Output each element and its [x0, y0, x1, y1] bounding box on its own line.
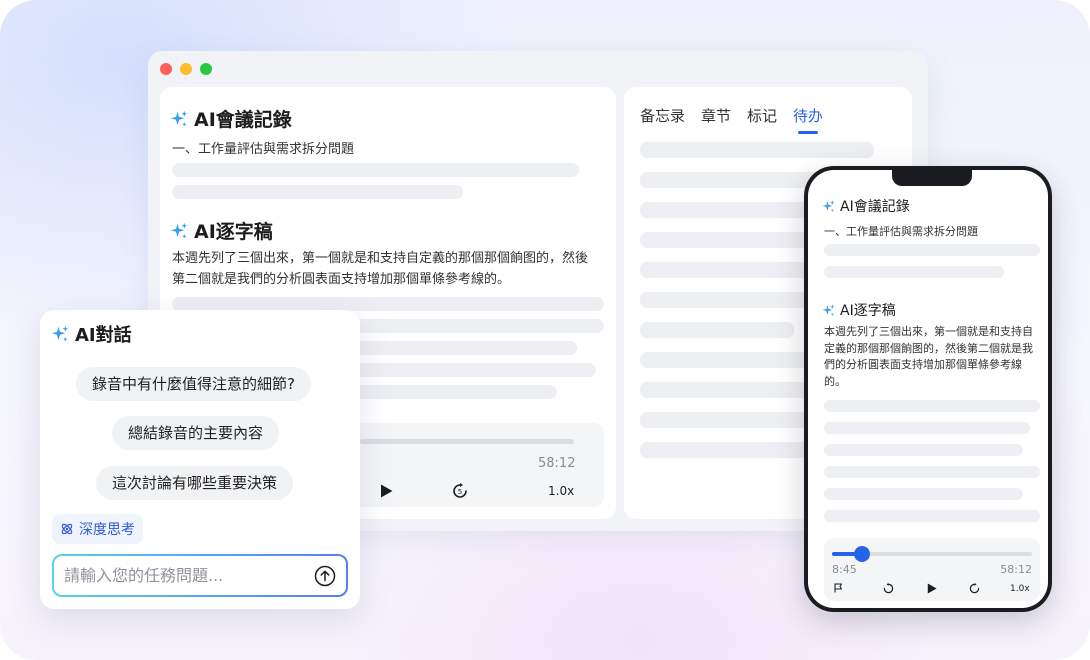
phone-notes-subtitle: 一、工作量評估與需求拆分問題: [824, 225, 978, 238]
tab-chapters[interactable]: 章节: [701, 105, 731, 134]
placeholder-line: [824, 266, 1004, 278]
placeholder-line: [640, 142, 874, 158]
forward-5-icon[interactable]: 5: [452, 483, 468, 499]
suggestion-chip[interactable]: 總結錄音的主要內容: [112, 416, 280, 450]
placeholder-line: [824, 466, 1040, 478]
svg-text:5: 5: [458, 488, 462, 496]
sparkle-icon: [170, 110, 188, 128]
placeholder-line: [640, 322, 794, 338]
deep-think-toggle[interactable]: 深度思考: [52, 514, 143, 544]
chat-title: AI對話: [51, 321, 132, 347]
speed-button[interactable]: 1.0x: [548, 484, 574, 498]
minimize-dot-icon[interactable]: [180, 63, 192, 75]
notes-title: AI會議記錄: [194, 109, 292, 131]
sparkle-icon: [170, 222, 188, 240]
phone-duration-time: 58:12: [1000, 563, 1032, 576]
placeholder-line: [824, 422, 1030, 434]
placeholder-line: [172, 163, 579, 177]
phone-transcript-title-text: AI逐字稿: [840, 303, 896, 319]
placeholder-line: [824, 488, 1023, 500]
tab-bar: 备忘录 章节 标记 待办: [640, 105, 823, 134]
progress-track[interactable]: [360, 439, 574, 444]
sparkle-icon: [51, 325, 69, 343]
task-input[interactable]: [54, 566, 294, 585]
phone-transcript-text: 本週先列了三個出來，第一個就是和支持自定義的那個那個餉图的，然後第二個就是我們的…: [824, 325, 1033, 388]
transcript-text: 本週先列了三個出來，第一個就是和支持自定義的那個那個餉图的，然後第二個就是我們的…: [172, 251, 589, 287]
phone-notch: [892, 170, 972, 186]
phone-transcript-title: AI逐字稿: [822, 300, 896, 320]
atom-icon: [61, 523, 73, 535]
phone-progress-track[interactable]: [832, 546, 1032, 562]
play-icon[interactable]: [927, 583, 937, 594]
chat-title-text: AI對話: [75, 325, 132, 346]
close-dot-icon[interactable]: [160, 63, 172, 75]
task-input-box: [52, 554, 348, 597]
transcript-section-title: AI逐字稿: [170, 217, 273, 244]
notes-subtitle: 一、工作量評估與需求拆分問題: [172, 142, 355, 157]
send-up-arrow-icon[interactable]: [314, 565, 336, 587]
tab-memo[interactable]: 备忘录: [640, 105, 685, 134]
phone-screen: AI會議記錄 一、工作量評估與需求拆分問題 AI逐字稿 本週先列了三個出來，第一…: [808, 170, 1048, 608]
phone-mockup: AI會議記錄 一、工作量評估與需求拆分問題 AI逐字稿 本週先列了三個出來，第一…: [804, 166, 1052, 612]
deep-think-label: 深度思考: [79, 522, 135, 538]
window-controls: [160, 63, 212, 75]
phone-progress-knob[interactable]: [854, 546, 870, 562]
sparkle-icon: [822, 200, 835, 213]
sparkle-icon: [822, 304, 835, 317]
placeholder-line: [824, 244, 1040, 256]
transcript-title: AI逐字稿: [194, 221, 273, 243]
task-input-inner: [54, 556, 346, 595]
rewind-icon[interactable]: [883, 583, 894, 594]
tab-marks[interactable]: 标记: [747, 105, 777, 134]
placeholder-line: [824, 400, 1040, 412]
ai-chat-card: AI對話 錄音中有什麼值得注意的細節? 總結錄音的主要內容 這次討論有哪些重要決…: [40, 310, 360, 609]
placeholder-line: [824, 510, 1040, 522]
suggestion-chip[interactable]: 這次討論有哪些重要決策: [96, 466, 294, 500]
audio-player: 58:12 5 1.0x: [350, 423, 604, 507]
placeholder-line: [172, 185, 463, 199]
flag-icon[interactable]: [834, 583, 843, 593]
play-icon[interactable]: [380, 484, 393, 498]
phone-speed-button[interactable]: 1.0x: [1010, 584, 1030, 594]
placeholder-line: [824, 444, 1023, 456]
phone-notes-title-text: AI會議記錄: [840, 199, 910, 215]
notes-section-title: AI會議記錄: [170, 105, 292, 132]
suggestion-chip[interactable]: 錄音中有什麼值得注意的細節?: [76, 367, 311, 401]
maximize-dot-icon[interactable]: [200, 63, 212, 75]
tab-todo[interactable]: 待办: [793, 105, 823, 134]
placeholder-line: [172, 297, 604, 311]
phone-notes-title: AI會議記錄: [822, 196, 910, 216]
forward-5-icon[interactable]: [969, 583, 980, 594]
phone-audio-player: 8:45 58:12 1.0x: [824, 538, 1040, 601]
phone-current-time: 8:45: [832, 563, 857, 576]
duration-time: 58:12: [538, 456, 576, 471]
